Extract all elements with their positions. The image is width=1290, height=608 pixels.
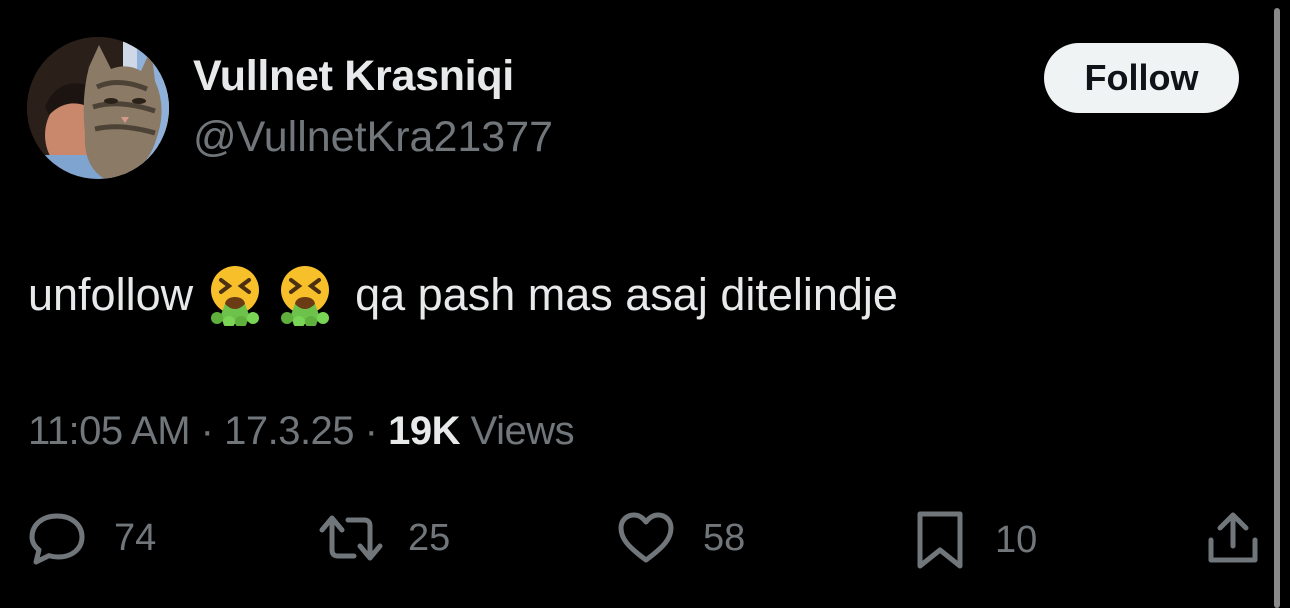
follow-button[interactable]: Follow bbox=[1044, 43, 1239, 113]
share-icon bbox=[1208, 512, 1258, 563]
bookmark-count: 10 bbox=[995, 518, 1038, 561]
bookmark-icon bbox=[917, 511, 963, 569]
tweet-date[interactable]: 17.3.25 bbox=[224, 409, 354, 453]
views-label: Views bbox=[460, 409, 575, 453]
views-count: 19K bbox=[388, 409, 460, 453]
tweet-time[interactable]: 11:05 AM bbox=[28, 409, 191, 453]
vomiting-face-emoji-icon bbox=[281, 266, 330, 326]
avatar-image bbox=[27, 37, 169, 179]
tweet-text: unfollow qa pash mas asaj ditelindje bbox=[28, 264, 898, 326]
tweet-text-before: unfollow bbox=[28, 269, 194, 320]
author-display-name[interactable]: Vullnet Krasniqi bbox=[193, 52, 514, 101]
tweet-meta: 11:05 AM · 17.3.25 · 19K Views bbox=[28, 409, 575, 454]
share-button[interactable] bbox=[1206, 510, 1260, 566]
reply-icon bbox=[29, 513, 85, 565]
repost-button[interactable]: 25 bbox=[318, 510, 450, 566]
vomiting-face-emoji-icon bbox=[211, 266, 260, 326]
meta-separator: · bbox=[354, 409, 389, 453]
scrollbar[interactable] bbox=[1274, 8, 1280, 608]
meta-separator: · bbox=[190, 409, 225, 453]
reply-button[interactable]: 74 bbox=[28, 510, 156, 566]
heart-icon bbox=[618, 512, 674, 563]
repost-icon bbox=[319, 515, 383, 561]
like-count: 58 bbox=[703, 516, 746, 559]
author-handle[interactable]: @VullnetKra21377 bbox=[193, 113, 553, 162]
like-button[interactable]: 58 bbox=[617, 510, 745, 566]
avatar[interactable] bbox=[27, 37, 169, 179]
reply-count: 74 bbox=[114, 516, 157, 559]
tweet-text-after: qa pash mas asaj ditelindje bbox=[355, 269, 898, 320]
bookmark-button[interactable]: 10 bbox=[915, 510, 1037, 570]
repost-count: 25 bbox=[408, 516, 451, 559]
